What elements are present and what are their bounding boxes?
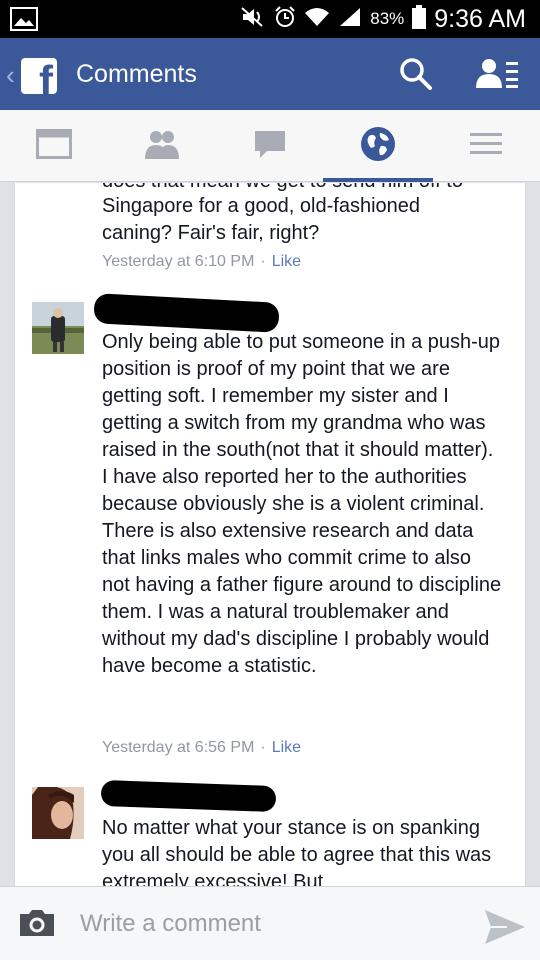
like-link[interactable]: Like	[272, 739, 301, 756]
status-bar: 83% 9:36 AM	[0, 0, 540, 38]
alarm-icon	[274, 5, 296, 33]
friends-icon	[142, 129, 182, 164]
comment-text: Only being able to put someone in a push…	[102, 331, 502, 677]
battery-percent: 83%	[370, 9, 405, 28]
nav-bar: ‹ f Comments	[0, 38, 540, 110]
comment-timestamp: Yesterday at 6:10 PM	[102, 253, 255, 270]
send-icon[interactable]	[483, 907, 527, 952]
facebook-logo[interactable]: f	[21, 58, 57, 94]
wifi-icon	[304, 6, 330, 33]
avatar[interactable]	[32, 302, 84, 354]
mute-icon	[240, 6, 266, 33]
tab-news-feed[interactable]	[0, 110, 108, 182]
tab-menu[interactable]	[432, 110, 540, 182]
comment-input[interactable]	[80, 907, 460, 941]
redacted-author-name	[100, 779, 277, 813]
comment-meta: Yesterday at 6:10 PM · Like	[102, 253, 302, 270]
like-link[interactable]: Like	[272, 253, 301, 270]
notifications-globe-icon	[360, 126, 396, 167]
menu-icon	[470, 131, 502, 162]
avatar[interactable]	[32, 787, 84, 839]
back-chevron-icon[interactable]: ‹	[6, 60, 15, 91]
comment-composer	[0, 886, 540, 960]
comment-text: No matter what your stance is on spankin…	[102, 817, 492, 886]
clock: 9:36 AM	[434, 4, 526, 33]
signal-icon	[338, 6, 362, 33]
search-icon[interactable]	[398, 56, 434, 97]
friend-requests-icon[interactable]	[476, 56, 520, 97]
comment-text: Singapore for a good, old-fashioned cani…	[102, 195, 421, 244]
page-title: Comments	[76, 60, 197, 88]
comments-list[interactable]: does that mean we get to send him off to…	[14, 183, 526, 886]
active-tab-indicator	[323, 178, 433, 182]
tab-friends[interactable]	[108, 110, 216, 182]
comment-meta: Yesterday at 6:56 PM · Like	[102, 739, 302, 756]
tab-messages[interactable]	[216, 110, 324, 182]
camera-icon[interactable]	[18, 908, 56, 943]
tab-bar	[0, 110, 540, 182]
battery-icon	[412, 4, 427, 34]
news-feed-icon	[36, 128, 72, 164]
tab-notifications[interactable]	[324, 110, 432, 182]
redacted-author-name	[93, 293, 280, 333]
screenshot-notification-icon	[10, 7, 38, 36]
messages-icon	[253, 129, 287, 164]
comment-timestamp: Yesterday at 6:56 PM	[102, 739, 255, 756]
